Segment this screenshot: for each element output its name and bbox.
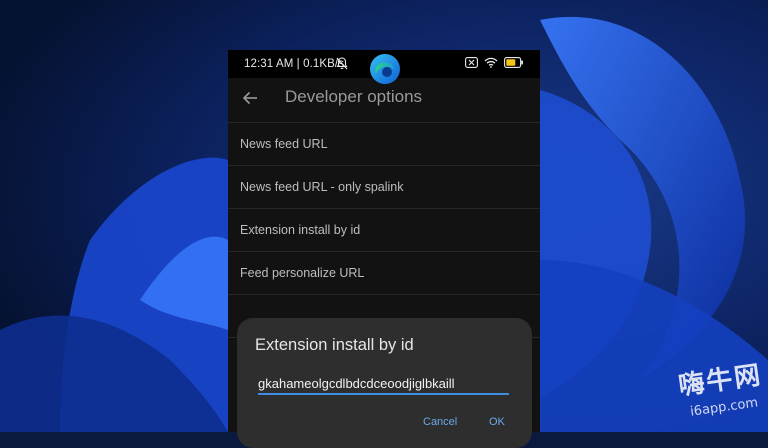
close-box-icon	[465, 57, 478, 68]
page-title: Developer options	[285, 87, 423, 106]
app-bar: Developer options	[228, 78, 540, 122]
list-item-feed-personalize-url[interactable]: Feed personalize URL	[228, 251, 540, 294]
list-item-news-feed-url-spalink[interactable]: News feed URL - only spalink	[228, 165, 540, 208]
watermark: 嗨牛网 i6app.com	[676, 360, 764, 430]
status-bar: 12:31 AM | 0.1KB/s	[228, 50, 540, 84]
extension-id-input[interactable]	[258, 373, 509, 395]
wifi-icon	[484, 57, 498, 68]
dialog-title: Extension install by id	[255, 336, 414, 354]
list-item-news-feed-url[interactable]: News feed URL	[228, 122, 540, 165]
ok-button[interactable]: OK	[489, 416, 505, 428]
cancel-button[interactable]: Cancel	[423, 416, 457, 428]
list-item-extension-install[interactable]: Extension install by id	[228, 208, 540, 251]
back-arrow-icon[interactable]	[240, 88, 260, 108]
battery-icon	[504, 57, 523, 68]
status-icons	[465, 57, 524, 68]
extension-install-dialog: Extension install by id Cancel OK	[237, 318, 532, 448]
status-time: 12:31 AM | 0.1KB/s	[244, 58, 345, 70]
bell-off-icon	[336, 57, 348, 70]
